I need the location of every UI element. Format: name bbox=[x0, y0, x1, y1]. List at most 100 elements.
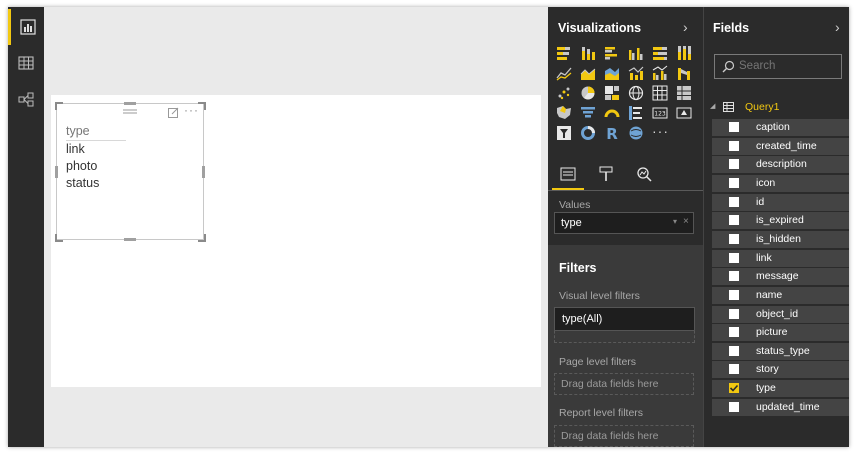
drag-grip-icon[interactable] bbox=[123, 108, 137, 116]
field-checkbox[interactable] bbox=[729, 345, 739, 356]
stacked-bar-chart-icon[interactable] bbox=[556, 45, 572, 61]
pie-chart-icon[interactable] bbox=[580, 85, 596, 101]
field-dropdown-chevron-icon[interactable]: ▾ bbox=[673, 217, 677, 226]
field-item-name[interactable]: name bbox=[712, 286, 849, 304]
field-checkbox[interactable] bbox=[729, 289, 739, 300]
field-item-is-hidden[interactable]: is_hidden bbox=[712, 230, 849, 248]
field-item-caption[interactable]: caption bbox=[712, 119, 849, 136]
matrix-icon[interactable] bbox=[676, 85, 692, 101]
gauge-icon[interactable] bbox=[604, 105, 620, 121]
field-item-message[interactable]: message bbox=[712, 268, 849, 286]
report-filters-drop-area[interactable]: Drag data fields here bbox=[554, 425, 694, 447]
more-options-icon[interactable]: ··· bbox=[184, 103, 199, 117]
field-label: name bbox=[756, 288, 783, 301]
field-checkbox[interactable] bbox=[729, 364, 739, 375]
stacked-area-chart-icon[interactable] bbox=[604, 65, 620, 81]
field-item-object-id[interactable]: object_id bbox=[712, 305, 849, 323]
field-checkbox[interactable] bbox=[729, 401, 739, 412]
field-item-picture[interactable]: picture bbox=[712, 324, 849, 342]
table-visual[interactable]: ··· type link photo status bbox=[55, 102, 206, 242]
more-visuals-icon[interactable]: ··· bbox=[652, 123, 669, 139]
r-script-visual-icon[interactable]: R bbox=[604, 125, 620, 141]
field-item-description[interactable]: description bbox=[712, 156, 849, 174]
values-well-field[interactable]: type ▾ × bbox=[554, 212, 694, 234]
fields-pane: Fields › ◢ Query1 caption created_timedes… bbox=[703, 7, 849, 447]
analytics-tab[interactable] bbox=[628, 160, 660, 190]
line-chart-icon[interactable] bbox=[556, 65, 572, 81]
report-view-button[interactable] bbox=[8, 9, 44, 45]
visual-filter-card[interactable]: type(All) bbox=[554, 307, 695, 331]
collapse-fields-chevron-icon[interactable]: › bbox=[835, 19, 840, 35]
visual-level-filters-label: Visual level filters bbox=[559, 290, 640, 302]
page-filters-drop-area[interactable]: Drag data fields here bbox=[554, 373, 694, 395]
kpi-icon[interactable] bbox=[676, 105, 692, 121]
field-checkbox[interactable] bbox=[729, 271, 739, 282]
table-column-header: type bbox=[66, 124, 90, 138]
field-item-updated-time[interactable]: updated_time bbox=[712, 398, 849, 416]
map-icon[interactable] bbox=[628, 85, 644, 101]
field-checkbox[interactable] bbox=[729, 122, 739, 132]
resize-handle-bottom[interactable] bbox=[124, 238, 136, 241]
ribbon-chart-icon[interactable] bbox=[676, 65, 692, 81]
stacked-column-chart-icon[interactable] bbox=[580, 45, 596, 61]
fields-tab[interactable] bbox=[552, 160, 584, 190]
slicer-icon[interactable] bbox=[556, 125, 572, 141]
fields-well-icon bbox=[560, 167, 576, 181]
data-view-button[interactable] bbox=[8, 45, 44, 81]
field-checkbox[interactable] bbox=[729, 140, 739, 151]
table-cell: status bbox=[66, 176, 100, 190]
collapse-visualizations-chevron-icon[interactable]: › bbox=[683, 19, 688, 35]
field-checkbox[interactable] bbox=[729, 233, 739, 244]
field-checkbox[interactable] bbox=[729, 215, 739, 226]
funnel-icon[interactable] bbox=[580, 105, 596, 121]
field-checkbox[interactable] bbox=[729, 327, 739, 338]
expand-table-chevron-icon[interactable]: ◢ bbox=[710, 102, 715, 110]
relationships-view-button[interactable] bbox=[8, 81, 44, 117]
clustered-bar-chart-icon[interactable] bbox=[604, 45, 620, 61]
field-item-status-type[interactable]: status_type bbox=[712, 342, 849, 360]
field-item-story[interactable]: story bbox=[712, 361, 849, 379]
field-checkbox[interactable] bbox=[729, 159, 739, 170]
treemap-icon[interactable] bbox=[604, 85, 620, 101]
field-checkbox[interactable] bbox=[729, 196, 739, 207]
field-item-created-time[interactable]: created_time bbox=[712, 137, 849, 155]
format-tab[interactable] bbox=[590, 160, 622, 190]
table-query1[interactable]: ◢ Query1 bbox=[710, 99, 849, 117]
field-item-is-expired[interactable]: is_expired bbox=[712, 212, 849, 230]
area-chart-icon[interactable] bbox=[580, 65, 596, 81]
field-search-box[interactable] bbox=[714, 54, 842, 79]
focus-mode-icon[interactable] bbox=[168, 107, 179, 118]
field-checkbox[interactable] bbox=[729, 177, 739, 188]
100-stacked-bar-chart-icon[interactable] bbox=[652, 45, 668, 61]
search-input[interactable] bbox=[737, 59, 841, 73]
field-checkbox[interactable] bbox=[729, 308, 739, 319]
field-item-type[interactable]: type bbox=[712, 380, 849, 398]
resize-handle-right[interactable] bbox=[202, 166, 205, 178]
field-checkbox[interactable] bbox=[729, 252, 739, 263]
remove-field-icon[interactable]: × bbox=[683, 216, 689, 227]
100-stacked-column-chart-icon[interactable] bbox=[676, 45, 692, 61]
field-label: is_hidden bbox=[756, 232, 801, 245]
visual-filter-value: type(All) bbox=[562, 313, 603, 325]
visual-filters-drop-area[interactable]: type(All) bbox=[554, 307, 695, 343]
multi-row-card-icon[interactable] bbox=[628, 105, 644, 121]
field-checkbox[interactable] bbox=[729, 383, 739, 394]
scatter-chart-icon[interactable] bbox=[556, 85, 572, 101]
arcgis-map-icon[interactable] bbox=[628, 125, 644, 141]
filled-map-icon[interactable] bbox=[556, 105, 572, 121]
line-and-stacked-column-chart-icon[interactable] bbox=[628, 65, 644, 81]
card-icon[interactable]: 123 bbox=[652, 105, 668, 121]
clustered-column-chart-icon[interactable] bbox=[628, 45, 644, 61]
field-item-id[interactable]: id bbox=[712, 193, 849, 211]
visualizations-title: Visualizations bbox=[558, 21, 642, 35]
resize-handle-left[interactable] bbox=[55, 166, 58, 178]
field-item-icon[interactable]: icon bbox=[712, 174, 849, 192]
resize-handle-top[interactable] bbox=[124, 102, 136, 105]
svg-text:R: R bbox=[606, 125, 618, 141]
table-visual-icon[interactable] bbox=[652, 85, 668, 101]
field-label: object_id bbox=[756, 307, 799, 320]
line-and-clustered-column-chart-icon[interactable] bbox=[652, 65, 668, 81]
field-item-link[interactable]: link bbox=[712, 249, 849, 267]
donut-chart-icon[interactable] bbox=[580, 125, 596, 141]
report-page[interactable]: ··· type link photo status bbox=[51, 95, 541, 387]
